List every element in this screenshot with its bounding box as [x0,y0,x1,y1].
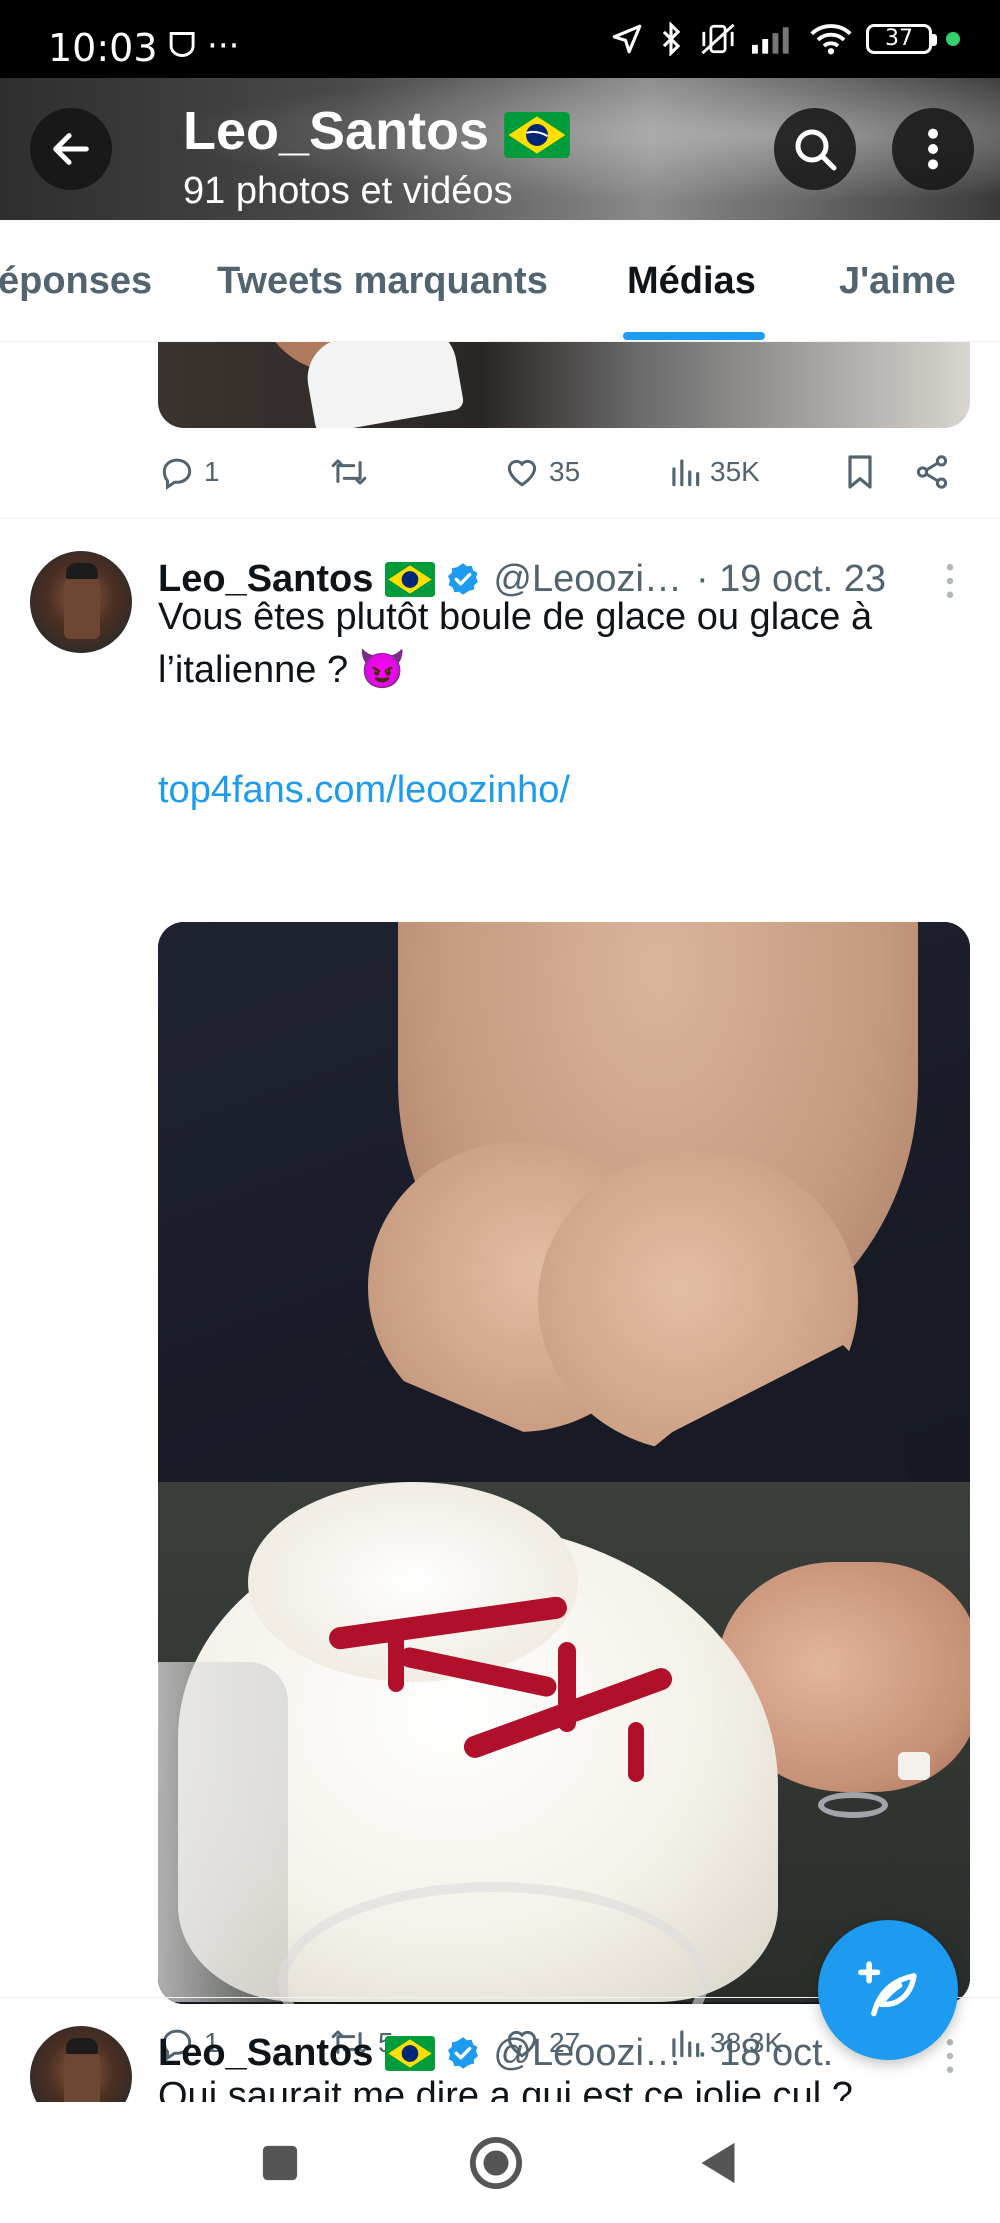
square-icon [262,2145,298,2180]
tweet-text-line: Vous êtes plutôt boule de glace ou glace… [158,596,873,638]
views-icon [672,459,700,487]
tweet-media-image[interactable] [158,922,970,2004]
retweet-icon [331,459,367,485]
search-icon [795,129,837,171]
share-icon [916,455,948,489]
verified-badge-icon [448,2037,479,2069]
previous-tweet-media[interactable] [158,342,970,428]
avatar[interactable] [30,2026,132,2102]
battery-icon: 37 [866,24,937,54]
home-circle-icon [469,2136,523,2189]
vibrate-mute-icon [701,23,735,55]
reply-count: 1 [204,456,220,487]
brazil-flag-icon [504,111,570,158]
tab-highlights[interactable]: Tweets marquants [217,260,548,303]
heart-icon [507,459,537,487]
system-nav-bar [0,2102,1000,2223]
back-button[interactable] [30,108,112,190]
tweet-text-line: l’italienne ? 😈 [158,649,407,691]
views-count: 35K [710,456,760,487]
active-tab-indicator [623,332,765,340]
status-right-icons: 37 [610,22,960,56]
wifi-icon [810,24,852,55]
tab-likes[interactable]: J'aime [839,260,956,303]
status-bar: 10:03 ᗜ ··· 37 [0,0,1000,78]
media-detail [898,1752,930,1780]
arrow-left-icon [53,133,89,165]
reply-icon [162,458,192,490]
location-icon [612,24,642,54]
header-title: Leo_Santos [183,101,490,161]
bookmark-icon [848,455,872,489]
profile-header: Leo_Santos 91 photos et vidéos [0,78,1000,220]
reply-button[interactable]: 1 [158,448,220,496]
media-detail [558,1642,576,1732]
tweet-link[interactable]: top4fans.com/leoozinho/ [158,769,570,812]
more-vertical-icon [928,128,938,170]
media-detail [628,1722,644,1782]
media-feed[interactable]: 1 35 35K Leo_Santos @Leoozi… · 19 oct. 2… [0,342,1000,2102]
media-detail [818,1792,888,1818]
header-subtitle: 91 photos et vidéos [183,170,513,212]
triangle-back-icon [701,2142,735,2183]
tab-media[interactable]: Médias [627,260,756,303]
avatar-figure [64,569,100,639]
profile-tabs: éponses Tweets marquants Médias J'aime [0,220,1000,342]
views-button[interactable]: 35K [668,448,760,496]
like-button[interactable]: 35 [503,448,580,496]
tweet-divider [0,518,1000,519]
compose-tweet-button[interactable] [818,1920,958,2060]
back-nav-button[interactable] [688,2102,748,2223]
author-name[interactable]: Leo_Santos [158,2032,373,2075]
author-handle[interactable]: @Leoozi… [493,2032,682,2075]
retweet-button[interactable] [328,448,378,496]
status-notification-icons: ᗜ ··· [168,26,240,66]
like-count: 35 [549,456,581,487]
status-time: 10:03 [48,26,158,70]
brazil-flag-icon [385,2035,436,2071]
media-detail [158,1662,288,2002]
share-button[interactable] [913,448,951,496]
avatar-hat [66,2038,98,2054]
search-button[interactable] [774,108,856,190]
avatar-hat [66,563,98,579]
tweet-date[interactable]: · 18 oct. [696,2032,833,2075]
more-options-button[interactable] [892,108,974,190]
privacy-indicator-dot [946,32,960,46]
bluetooth-icon [662,22,681,56]
media-detail [301,342,465,428]
compose-icon [858,1961,917,2017]
media-detail [388,1622,404,1692]
tweet-text: Vous êtes plutôt boule de glace ou glace… [158,591,958,697]
previous-tweet-actions: 1 35 35K [158,448,958,496]
home-button[interactable] [466,2102,526,2223]
bookmark-button[interactable] [843,448,877,496]
signal-icon [752,27,789,54]
avatar[interactable] [30,551,132,653]
recent-apps-button[interactable] [250,2102,310,2223]
tweet-text: Qui saurait me dire a qui est ce jolie c… [158,2075,853,2102]
header-title-row: Leo_Santos [183,100,570,162]
tab-replies[interactable]: éponses [0,260,152,303]
